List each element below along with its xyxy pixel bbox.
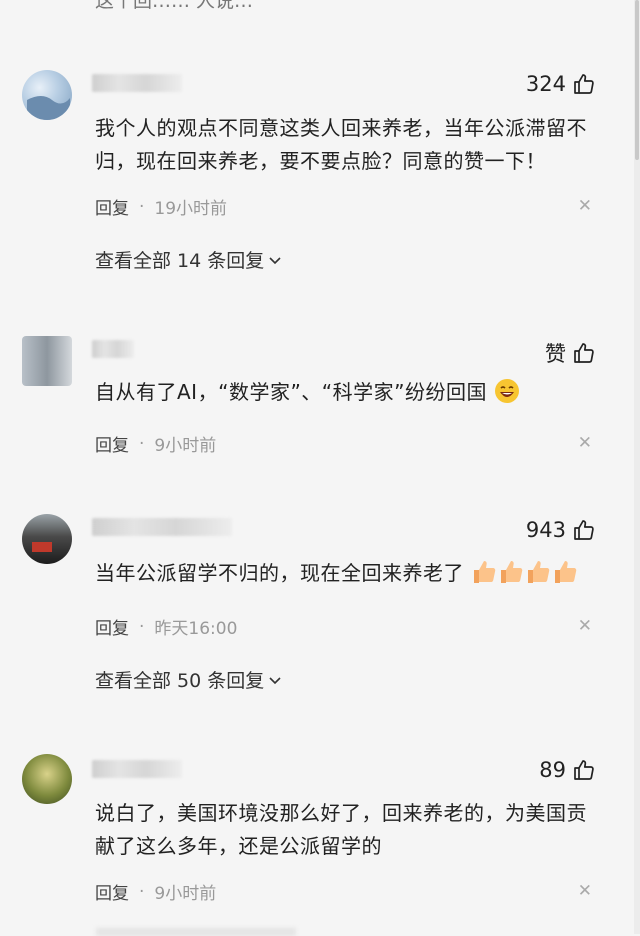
thumbs-up-icon [574, 760, 594, 780]
grinning-emoji [494, 379, 519, 403]
view-all-replies-button[interactable]: 查看全部 14 条回复 [95, 246, 282, 273]
like-button[interactable]: 324 [526, 72, 596, 96]
thumbs-up-emoji [500, 561, 523, 583]
scrollbar[interactable] [634, 0, 640, 934]
comment-item: 943 当年公派留学不归的，现在全回来养老了 回复 · 昨天16:00 ✕ 查看… [0, 512, 626, 702]
comment-meta: 回复 · 9小时前 [95, 879, 217, 905]
view-all-label: 查看全部 50 条回复 [95, 670, 265, 692]
username-blurred[interactable] [92, 340, 134, 358]
close-icon[interactable]: ✕ [578, 616, 592, 636]
like-button[interactable]: 赞 [545, 338, 596, 368]
comment-time: 19小时前 [154, 199, 228, 219]
comment-meta: 回复 · 昨天16:00 [95, 614, 238, 640]
meta-separator: · [139, 616, 145, 637]
thumbs-up-icon [574, 343, 594, 363]
comment-meta: 回复 · 19小时前 [95, 194, 228, 220]
thumbs-up-emoji [554, 561, 577, 583]
avatar[interactable] [22, 754, 72, 804]
chevron-down-icon [269, 256, 281, 264]
thumbs-up-icon [574, 520, 594, 540]
username-blurred[interactable] [92, 760, 182, 778]
username-blurred[interactable] [92, 74, 182, 92]
reply-button[interactable]: 回复 [95, 431, 129, 456]
meta-separator: · [139, 881, 145, 902]
comment-text-content: 当年公派留学不归的，现在全回来养老了 [95, 561, 464, 585]
comment-meta: 回复 · 9小时前 [95, 431, 217, 457]
partial-content-bottom [96, 928, 296, 936]
meta-separator: · [139, 433, 145, 454]
like-button[interactable]: 89 [539, 758, 596, 782]
comment-text: 我个人的观点不同意这类人回来养老，当年公派滞留不归，现在回来养老，要不要点脸？同… [95, 116, 587, 173]
comment-time: 9小时前 [154, 436, 217, 456]
meta-separator: · [139, 196, 145, 217]
thumbs-up-emoji [527, 561, 550, 583]
avatar[interactable] [22, 514, 72, 564]
comment-item: 89 说白了，美国环境没那么好了，回来养老的，为美国贡献了这么多年，还是公派留学… [0, 752, 626, 912]
avatar[interactable] [22, 70, 72, 120]
comment-time: 9小时前 [154, 884, 217, 904]
view-all-replies-button[interactable]: 查看全部 50 条回复 [95, 666, 282, 693]
comment-item: 324 我个人的观点不同意这类人回来养老，当年公派滞留不归，现在回来养老，要不要… [0, 68, 626, 283]
partial-text-top: 这个回…… 人说… [95, 0, 254, 12]
comment-item: 赞 自从有了AI，“数学家”、“科学家”纷纷回国 回复 · 9小时前 ✕ [0, 334, 626, 464]
reply-button[interactable]: 回复 [95, 614, 129, 639]
chevron-down-icon [269, 676, 281, 684]
close-icon[interactable]: ✕ [578, 196, 592, 216]
avatar[interactable] [22, 336, 72, 386]
comment-text: 当年公派留学不归的，现在全回来养老了 [95, 557, 615, 590]
username-blurred[interactable] [92, 518, 232, 536]
like-count: 324 [525, 72, 566, 96]
reply-button[interactable]: 回复 [95, 879, 129, 904]
scrollbar-thumb[interactable] [635, 0, 639, 160]
thumbs-up-emoji [473, 561, 496, 583]
view-all-label: 查看全部 14 条回复 [95, 250, 265, 272]
comment-time: 昨天16:00 [154, 619, 238, 639]
like-count: 赞 [545, 342, 566, 366]
close-icon[interactable]: ✕ [578, 881, 592, 901]
like-count: 943 [525, 518, 566, 542]
comment-text: 自从有了AI，“数学家”、“科学家”纷纷回国 [95, 376, 595, 409]
thumbs-up-icon [574, 74, 594, 94]
comment-text-content: 自从有了AI，“数学家”、“科学家”纷纷回国 [95, 380, 488, 404]
comment-text: 说白了，美国环境没那么好了，回来养老的，为美国贡献了这么多年，还是公派留学的 [95, 801, 587, 858]
reply-button[interactable]: 回复 [95, 194, 129, 219]
close-icon[interactable]: ✕ [578, 433, 592, 453]
like-button[interactable]: 943 [526, 518, 596, 542]
like-count: 89 [539, 758, 566, 782]
